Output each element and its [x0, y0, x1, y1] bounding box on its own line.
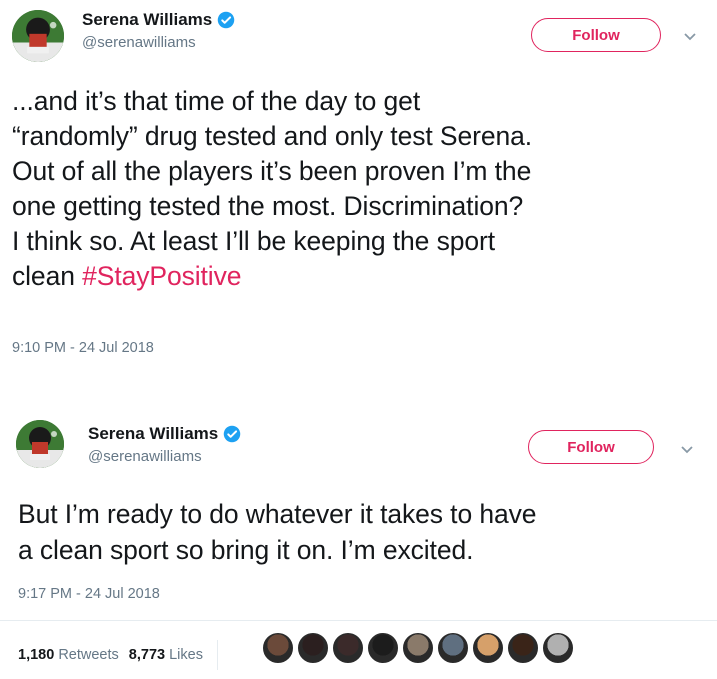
tweet-timestamp[interactable]: 9:10 PM - 24 Jul 2018 — [12, 340, 154, 356]
chevron-down-icon[interactable] — [683, 32, 697, 42]
liker-avatar[interactable] — [367, 632, 399, 664]
liker-avatar[interactable] — [542, 632, 574, 664]
tweet-text: But I’m ready to do whatever it takes to… — [18, 499, 537, 565]
stats-separator — [216, 640, 218, 670]
likes-count: 8,773 — [128, 647, 166, 663]
avatar[interactable] — [12, 10, 64, 62]
divider — [0, 620, 717, 621]
likes-label: Likes — [169, 647, 203, 663]
tweet-timestamp[interactable]: 9:17 PM - 24 Jul 2018 — [18, 586, 160, 602]
liker-avatars — [262, 632, 577, 664]
author-handle[interactable]: @serenawilliams — [88, 448, 241, 465]
author-block: Serena Williams @serenawilliams — [88, 424, 241, 465]
verified-badge-icon — [224, 425, 241, 443]
tweet-card-2: Serena Williams @serenawilliams Follow B… — [0, 410, 717, 679]
liker-avatar[interactable] — [507, 632, 539, 664]
liker-avatar[interactable] — [297, 632, 329, 664]
liker-avatar[interactable] — [262, 632, 294, 664]
liker-avatar[interactable] — [437, 632, 469, 664]
liker-avatar[interactable] — [332, 632, 364, 664]
author-name[interactable]: Serena Williams — [88, 424, 241, 444]
retweets-count: 1,180 — [18, 647, 55, 663]
chevron-down-icon[interactable] — [680, 445, 694, 455]
author-name[interactable]: Serena Williams — [82, 10, 235, 30]
author-block: Serena Williams @serenawilliams — [82, 10, 235, 51]
follow-button[interactable]: Follow — [528, 430, 654, 464]
retweets-label: Retweets — [58, 647, 119, 663]
avatar-image — [12, 10, 64, 62]
author-handle[interactable]: @serenawilliams — [82, 34, 235, 51]
tweet-stats: 1,180 Retweets 8,773 Likes — [18, 640, 232, 670]
liker-avatar[interactable] — [472, 632, 504, 664]
hashtag-link[interactable]: #StayPositive — [82, 261, 241, 291]
follow-button[interactable]: Follow — [531, 18, 661, 52]
tweet-card-1: Serena Williams @serenawilliams Follow .… — [0, 0, 717, 380]
liker-avatar[interactable] — [402, 632, 434, 664]
likes-stat[interactable]: 8,773 Likes — [129, 647, 203, 663]
verified-badge-icon — [218, 11, 235, 29]
author-name-text: Serena Williams — [82, 10, 213, 29]
avatar-image — [16, 420, 64, 468]
tweet-text: ...and it’s that time of the day to get … — [12, 84, 712, 294]
avatar[interactable] — [16, 420, 64, 468]
author-name-text: Serena Williams — [88, 424, 219, 443]
retweets-stat[interactable]: 1,180 Retweets — [18, 647, 119, 663]
